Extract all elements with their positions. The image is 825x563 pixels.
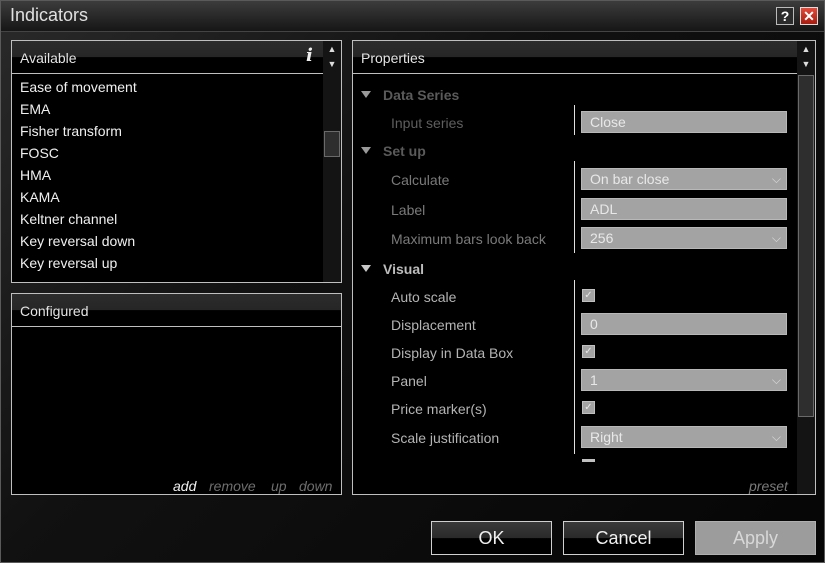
list-item[interactable]: KAMA [20,189,60,205]
list-item[interactable]: Fisher transform [20,123,122,139]
scroll-up-icon[interactable]: ▲ [323,42,341,57]
input-series-field[interactable]: Close [581,111,787,133]
label-value: ADL [590,201,618,217]
chevron-down-icon: ⌵ [771,373,781,387]
max-bars-value: 256 [590,230,614,246]
up-link[interactable]: up [271,478,287,494]
configured-header: Configured [12,294,341,327]
remove-link[interactable]: remove [209,478,256,494]
ok-button[interactable]: OK [431,521,552,555]
category-label: Set up [383,143,426,159]
label-label: Label [391,202,426,218]
window-title: Indicators [10,5,89,25]
price-markers-checkbox[interactable]: ✓ [582,401,595,414]
collapse-triangle-icon[interactable] [361,91,371,98]
down-link[interactable]: down [299,478,332,494]
chevron-down-icon: ⌵ [771,172,781,186]
grid-divider [574,105,575,135]
scale-justification-value: Right [590,429,623,445]
label-field[interactable]: ADL [581,198,787,220]
calculate-value: On bar close [590,171,670,187]
panel-select[interactable]: 1 ⌵ [581,369,787,391]
properties-header-label: Properties [361,50,425,66]
category-data-series[interactable]: Data Series [361,87,459,103]
close-button[interactable]: ✕ [800,7,818,25]
title-bar[interactable]: Indicators ? ✕ [1,1,824,32]
chevron-down-icon: ⌵ [771,231,781,245]
price-markers-label: Price marker(s) [391,401,487,417]
displacement-field[interactable]: 0 [581,313,787,335]
indicators-dialog: Indicators ? ✕ Available i Ease of movem… [0,0,825,563]
scroll-down-icon[interactable]: ▼ [797,57,815,72]
calculate-label: Calculate [391,172,450,188]
scroll-thumb[interactable] [324,131,340,157]
partial-checkbox [582,459,595,462]
scroll-down-icon[interactable]: ▼ [323,57,341,72]
input-series-value: Close [590,114,626,130]
properties-header: Properties [353,41,815,74]
category-label: Data Series [383,87,460,103]
list-item[interactable]: Key reversal up [20,255,117,271]
panel-value: 1 [590,372,598,388]
display-in-data-box-checkbox[interactable]: ✓ [582,345,595,358]
add-link[interactable]: add [173,478,196,494]
max-bars-label: Maximum bars look back [391,231,546,247]
scale-justification-label: Scale justification [391,430,500,446]
scale-justification-select[interactable]: Right ⌵ [581,426,787,448]
displacement-label: Displacement [391,317,476,333]
grid-divider [574,161,575,253]
auto-scale-label: Auto scale [391,289,457,305]
properties-scrollbar[interactable]: ▲ ▼ [797,41,815,494]
max-bars-select[interactable]: 256 ⌵ [581,227,787,249]
list-item[interactable]: Keltner channel [20,211,117,227]
info-icon[interactable]: i [306,45,313,66]
category-setup[interactable]: Set up [361,143,426,159]
preset-link[interactable]: preset [749,478,788,494]
chevron-down-icon: ⌵ [771,430,781,444]
auto-scale-checkbox[interactable]: ✓ [582,289,595,302]
apply-button[interactable]: Apply [695,521,816,555]
help-button[interactable]: ? [776,7,794,25]
cancel-button[interactable]: Cancel [563,521,684,555]
available-panel: Available i Ease of movement EMA Fisher … [11,40,342,283]
scroll-thumb[interactable] [798,75,814,417]
available-header-label: Available [20,50,77,66]
category-visual[interactable]: Visual [361,261,424,277]
input-series-label: Input series [391,115,464,131]
grid-divider [574,280,575,454]
scroll-up-icon[interactable]: ▲ [797,42,815,57]
displacement-value: 0 [590,316,598,332]
configured-panel: Configured [11,293,342,495]
available-list: Ease of movement EMA Fisher transform FO… [12,75,322,280]
category-label: Visual [383,261,424,277]
available-scrollbar[interactable]: ▲ ▼ [323,41,341,282]
list-item[interactable]: Ease of movement [20,79,137,95]
configured-header-label: Configured [20,303,89,319]
collapse-triangle-icon[interactable] [361,147,371,154]
collapse-triangle-icon[interactable] [361,265,371,272]
list-item[interactable]: HMA [20,167,51,183]
list-item[interactable]: EMA [20,101,50,117]
list-item[interactable]: Key reversal down [20,233,135,249]
available-header: Available i [12,41,341,74]
panel-label: Panel [391,373,427,389]
display-in-data-box-label: Display in Data Box [391,345,514,361]
list-item[interactable]: FOSC [20,145,59,161]
calculate-select[interactable]: On bar close ⌵ [581,168,787,190]
